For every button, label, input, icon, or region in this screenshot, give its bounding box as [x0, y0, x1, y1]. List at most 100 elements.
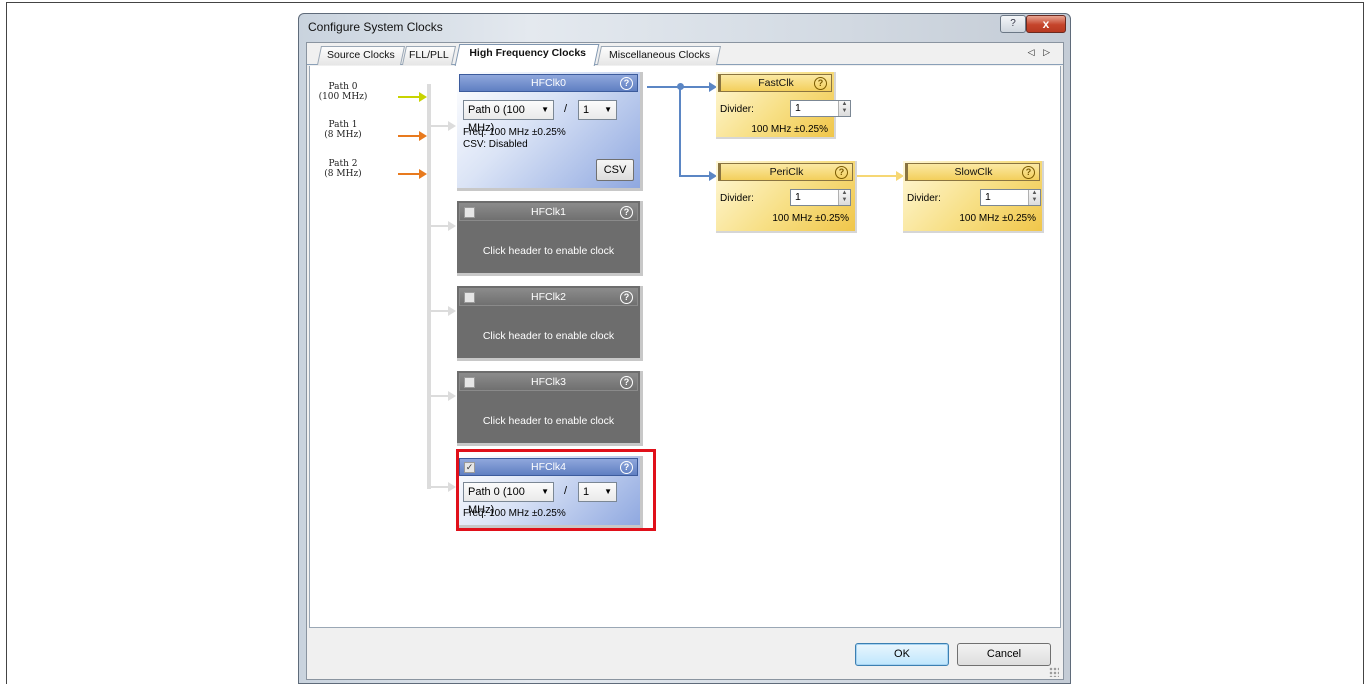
- hfclk1-input-arrow: [431, 221, 456, 231]
- csv-button[interactable]: CSV: [596, 159, 634, 181]
- periclk-title: PeriClk: [769, 166, 804, 178]
- hfclk0-input-arrow: [431, 121, 456, 131]
- tab-fll-pll[interactable]: FLL/PLL: [401, 46, 457, 65]
- close-button[interactable]: x: [1026, 15, 1066, 33]
- help-icon[interactable]: ?: [620, 376, 633, 389]
- tab-miscellaneous-clocks[interactable]: Miscellaneous Clocks: [596, 46, 722, 65]
- help-icon[interactable]: ?: [620, 291, 633, 304]
- divider-label: Divider:: [720, 193, 754, 204]
- hfclk4-header[interactable]: ✓ HFClk4?: [459, 458, 638, 476]
- help-icon[interactable]: ?: [1022, 166, 1035, 179]
- hfclk0-source-select[interactable]: Path 0 (100 MHz) ▼: [463, 100, 554, 134]
- ok-button[interactable]: OK: [855, 643, 949, 666]
- help-icon[interactable]: ?: [620, 461, 633, 474]
- divider-label: Divider:: [720, 104, 754, 115]
- cancel-button[interactable]: Cancel: [957, 643, 1051, 666]
- hfclk4-input-arrow: [431, 482, 456, 492]
- help-icon[interactable]: ?: [835, 166, 848, 179]
- hfclk0-csv-status: CSV: Disabled: [463, 139, 528, 150]
- hfclk0-header[interactable]: HFClk0?: [459, 74, 638, 92]
- hfclk3-input-arrow: [431, 391, 456, 401]
- slowclk-header: SlowClk?: [905, 163, 1040, 181]
- hfclk4-box: ✓ HFClk4? Path 0 (100 MHz) ▼ / 1 ▼ Freq: 10…: [457, 456, 643, 528]
- path-0-label: Path 0 (100 MHz): [318, 82, 368, 102]
- periclk-connector-vertical: [679, 86, 681, 176]
- path-2-label: Path 2 (8 MHz): [318, 159, 368, 179]
- spinner-value: 1: [795, 191, 801, 203]
- slowclk-divider-spinner[interactable]: 1 ▲ ▼: [980, 189, 1041, 206]
- hfclk2-enable-checkbox[interactable]: [464, 292, 475, 303]
- fastclk-header: FastClk?: [718, 74, 832, 92]
- tab-label: Source Clocks: [327, 49, 395, 61]
- chevron-down-icon: ▼: [541, 487, 549, 496]
- spinner-value: 1: [985, 191, 991, 203]
- hfclk4-freq: Freq: 100 MHz ±0.25%: [463, 508, 566, 519]
- periclk-box: PeriClk? Divider: 1 ▲ ▼ 100 MHz ±0.25%: [716, 161, 857, 233]
- fastclk-divider-spinner[interactable]: 1 ▲ ▼: [790, 100, 851, 117]
- tab-high-frequency-clocks[interactable]: High Frequency Clocks: [454, 44, 600, 66]
- slowclk-freq: 100 MHz ±0.25%: [959, 213, 1036, 224]
- tab-label: High Frequency Clocks: [468, 47, 586, 59]
- spinner-value: 1: [795, 102, 801, 114]
- hfclk2-input-arrow: [431, 306, 456, 316]
- hfclk3-enable-checkbox[interactable]: [464, 377, 475, 388]
- path-2-arrow: [398, 169, 427, 179]
- hfclk3-title: HFClk3: [530, 376, 566, 388]
- resize-grip-icon[interactable]: [1049, 667, 1059, 677]
- hfclk3-header[interactable]: HFClk3?: [459, 373, 638, 391]
- hfclk2-box: HFClk2? Click header to enable clock: [457, 286, 643, 361]
- hfclk1-box: HFClk1? Click header to enable clock: [457, 201, 643, 276]
- spinner-arrows-icon[interactable]: ▲ ▼: [838, 190, 850, 205]
- path-1-arrow: [398, 131, 427, 141]
- tab-label: Miscellaneous Clocks: [608, 49, 710, 61]
- divider-label: Divider:: [907, 193, 941, 204]
- configure-system-clocks-dialog: Configure System Clocks ? x Source Clock…: [298, 13, 1071, 684]
- hfclk1-header[interactable]: HFClk1?: [459, 203, 638, 221]
- hfclk4-source-select[interactable]: Path 0 (100 MHz) ▼: [463, 482, 554, 516]
- hfclk1-title: HFClk1: [530, 206, 566, 218]
- path-freq: (8 MHz): [324, 130, 362, 140]
- path-freq: (100 MHz): [318, 92, 368, 102]
- slowclk-title: SlowClk: [954, 166, 993, 178]
- periclk-divider-spinner[interactable]: 1 ▲ ▼: [790, 189, 851, 206]
- periclk-connector: [679, 171, 717, 181]
- spinner-arrows-icon[interactable]: ▲ ▼: [1028, 190, 1040, 205]
- hfclk4-enable-checkbox[interactable]: ✓: [464, 462, 475, 473]
- path-name: Path 0: [328, 82, 358, 92]
- path-name: Path 2: [328, 159, 358, 169]
- hfclk3-box: HFClk3? Click header to enable clock: [457, 371, 643, 446]
- window-title: Configure System Clocks: [308, 20, 443, 34]
- periclk-header: PeriClk?: [718, 163, 853, 181]
- dialog-client: Source Clocks FLL/PLL High Frequency Clo…: [306, 42, 1064, 680]
- path-bus: [427, 84, 431, 489]
- high-frequency-clocks-panel: Path 0 (100 MHz) Path 1 (8 MHz) Path 2 (8 M…: [309, 66, 1061, 628]
- fastclk-title: FastClk: [758, 77, 794, 89]
- hfclk2-message: Click header to enable clock: [482, 330, 615, 342]
- hfclk3-message: Click header to enable clock: [482, 415, 615, 427]
- hfclk1-message: Click header to enable clock: [482, 245, 615, 257]
- slowclk-box: SlowClk? Divider: 1 ▲ ▼ 100 MHz ±0.25%: [903, 161, 1044, 233]
- help-icon[interactable]: ?: [814, 77, 827, 90]
- help-icon[interactable]: ?: [620, 77, 633, 90]
- tab-label: FLL/PLL: [409, 49, 449, 61]
- hfclk2-header[interactable]: HFClk2?: [459, 288, 638, 306]
- hfclk0-divider-select[interactable]: 1 ▼: [578, 100, 617, 120]
- periclk-freq: 100 MHz ±0.25%: [772, 213, 849, 224]
- spinner-arrows-icon[interactable]: ▲ ▼: [838, 101, 850, 116]
- chevron-down-icon: ▼: [541, 105, 549, 114]
- help-icon[interactable]: ?: [620, 206, 633, 219]
- path-name: Path 1: [328, 120, 358, 130]
- hfclk1-enable-checkbox[interactable]: [464, 207, 475, 218]
- tab-source-clocks[interactable]: Source Clocks: [316, 46, 406, 65]
- path-freq: (8 MHz): [324, 169, 362, 179]
- hfclk0-freq: Freq: 100 MHz ±0.25%: [463, 127, 566, 138]
- divider-separator: /: [564, 485, 568, 497]
- chevron-down-icon: ▼: [604, 487, 612, 496]
- divider-separator: /: [564, 103, 568, 115]
- path-0-arrow: [398, 92, 427, 102]
- hfclk4-divider-select[interactable]: 1 ▼: [578, 482, 617, 502]
- tab-strip: Source Clocks FLL/PLL High Frequency Clo…: [307, 43, 1063, 66]
- tab-scroll-arrows[interactable]: ◁ ▷: [1028, 47, 1053, 58]
- help-button[interactable]: ?: [1000, 15, 1026, 33]
- hfclk2-title: HFClk2: [530, 291, 566, 303]
